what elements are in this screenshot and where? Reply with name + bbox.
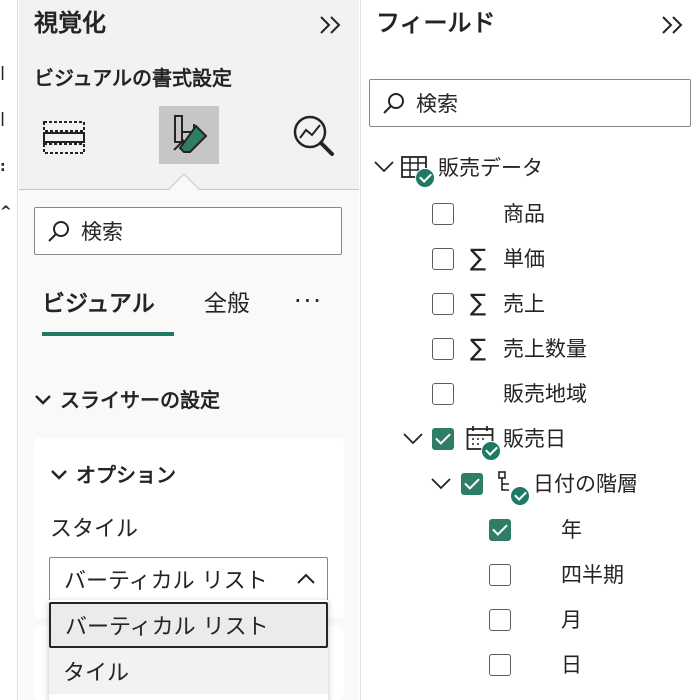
date-field-label[interactable]: 販売日	[503, 425, 566, 453]
format-visual-subtitle: ビジュアルの書式設定	[34, 66, 232, 90]
checkmark-badge-icon	[415, 168, 435, 188]
field-checkbox[interactable]	[432, 383, 454, 405]
double-chevron-right-icon	[662, 16, 683, 34]
slicer-settings-section[interactable]: スライサーの設定	[34, 385, 220, 415]
sigma-icon: ∑	[470, 289, 487, 317]
tab-general[interactable]: 全般	[204, 287, 250, 321]
edge-glyph: |	[0, 66, 6, 80]
double-chevron-right-icon	[320, 16, 341, 34]
style-selected-value: バーティカル リスト	[64, 569, 268, 594]
field-checkbox[interactable]	[432, 248, 454, 270]
collapse-visualizations-button[interactable]	[316, 8, 346, 42]
chevron-down-icon	[51, 470, 67, 480]
field-checkbox[interactable]	[432, 203, 454, 225]
collapse-fields-button[interactable]	[658, 8, 688, 42]
level-checkbox[interactable]	[489, 609, 511, 631]
format-visual-button[interactable]	[159, 106, 219, 164]
field-label[interactable]: 売上	[503, 290, 545, 318]
paint-brush-icon	[173, 115, 208, 153]
field-label[interactable]: 単価	[503, 245, 545, 273]
search-placeholder: 検索	[416, 92, 458, 116]
checkmark-badge-icon	[510, 486, 530, 506]
fields-title: フィールド	[376, 9, 496, 37]
table-build-icon	[43, 121, 85, 154]
level-checkbox[interactable]	[489, 654, 511, 676]
sigma-icon: ∑	[470, 244, 487, 272]
sigma-icon: ∑	[470, 334, 487, 362]
options-header[interactable]: オプション	[50, 460, 176, 490]
level-label[interactable]: 日	[561, 651, 582, 679]
date-field-checkbox[interactable]	[432, 428, 454, 450]
analytics-button[interactable]	[284, 106, 344, 164]
chevron-down-icon[interactable]	[430, 477, 452, 491]
search-icon	[383, 93, 404, 114]
style-dropdown[interactable]: バーティカル リスト	[49, 557, 328, 601]
level-label[interactable]: 四半期	[561, 561, 624, 589]
table-name[interactable]: 販売データ	[438, 154, 543, 182]
field-checkbox[interactable]	[432, 338, 454, 360]
canvas-edge: | | : ^	[0, 0, 18, 700]
field-label[interactable]: 商品	[503, 200, 545, 228]
visual-search-input[interactable]: 検索	[34, 207, 342, 255]
edge-glyph: :	[0, 160, 6, 174]
analytics-magnifier-icon	[293, 115, 334, 156]
more-options-button[interactable]: ···	[294, 287, 323, 315]
hierarchy-checkbox[interactable]	[461, 473, 483, 495]
search-icon	[48, 221, 69, 242]
style-option-vertical-list[interactable]: バーティカル リスト	[49, 602, 328, 648]
level-checkbox[interactable]	[489, 564, 511, 586]
field-search-input[interactable]: 検索	[369, 79, 691, 127]
edge-glyph: |	[0, 112, 6, 126]
search-placeholder: 検索	[81, 220, 123, 244]
field-label[interactable]: 販売地域	[503, 380, 587, 408]
chevron-up-icon	[297, 573, 315, 584]
edge-glyph: ^	[0, 205, 12, 219]
options-title: オプション	[76, 463, 176, 487]
chevron-down-icon[interactable]	[402, 432, 424, 446]
checkmark-badge-icon	[481, 441, 501, 461]
level-label[interactable]: 月	[561, 606, 582, 634]
active-tab-indicator	[42, 332, 174, 336]
section-title: スライサーの設定	[60, 388, 220, 412]
chevron-down-icon	[35, 395, 51, 405]
hierarchy-label[interactable]: 日付の階層	[533, 470, 638, 498]
field-checkbox[interactable]	[432, 293, 454, 315]
style-option-tile[interactable]: タイル	[49, 648, 328, 694]
level-label[interactable]: 年	[561, 516, 582, 544]
field-label[interactable]: 売上数量	[503, 335, 587, 363]
chevron-down-icon[interactable]	[373, 160, 395, 174]
tab-visual[interactable]: ビジュアル	[42, 287, 155, 321]
level-checkbox[interactable]	[489, 519, 511, 541]
style-label: スタイル	[50, 517, 139, 542]
style-dropdown-list: バーティカル リスト タイル	[49, 600, 328, 700]
build-visual-button[interactable]	[34, 106, 94, 164]
visualizations-title: 視覚化	[34, 9, 106, 37]
